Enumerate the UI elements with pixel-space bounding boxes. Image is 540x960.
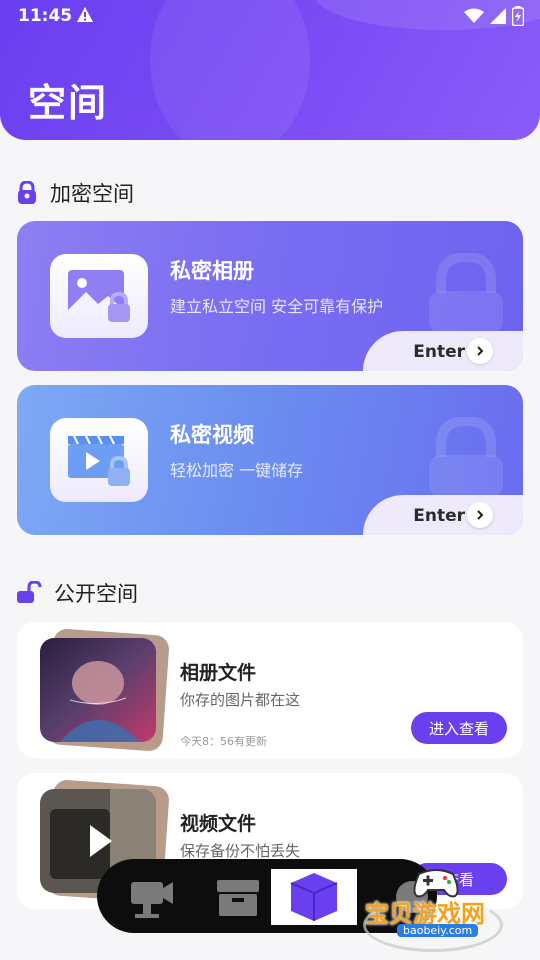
file-title: 相册文件 <box>180 662 257 684</box>
cube-icon <box>290 873 338 921</box>
file-subtitle: 保存备份不怕丢失 <box>180 842 301 860</box>
status-time: 11:45 <box>18 6 73 26</box>
video-lock-icon <box>50 418 148 502</box>
public-section-header: 公开空间 <box>16 578 138 608</box>
photo-thumbnail <box>40 638 156 742</box>
file-title: 视频文件 <box>180 813 257 835</box>
private-video-card[interactable]: 私密视频 轻松加密 一键储存 Enter <box>17 385 523 535</box>
update-time: 今天8：56有更新 <box>180 735 267 748</box>
private-album-card[interactable]: 私密相册 建立私立空间 安全可靠有保护 Enter <box>17 221 523 371</box>
warning-icon <box>77 7 93 22</box>
battery-icon <box>512 6 524 26</box>
chevron-right-icon <box>477 510 484 520</box>
section-title: 加密空间 <box>50 182 134 206</box>
card-subtitle: 建立私立空间 安全可靠有保护 <box>170 297 384 316</box>
file-subtitle: 你存的图片都在这 <box>180 691 301 709</box>
chevron-right-button[interactable] <box>467 502 493 528</box>
view-button[interactable]: 进入查看 <box>411 712 507 744</box>
page-title: 空间 <box>28 81 109 125</box>
camera-icon <box>131 882 173 918</box>
card-title: 私密视频 <box>170 423 254 447</box>
dock-box[interactable] <box>195 869 281 925</box>
lock-icon <box>18 181 36 204</box>
enter-label[interactable]: Enter <box>413 342 465 362</box>
watermark-url: baobeiy.com <box>397 924 479 937</box>
card-subtitle: 轻松加密 一键储存 <box>170 461 304 480</box>
section-title: 公开空间 <box>54 582 138 606</box>
card-title: 私密相册 <box>170 259 254 283</box>
dock-cube[interactable] <box>271 869 357 925</box>
status-bar: 11:45 <box>0 0 540 34</box>
enter-label[interactable]: Enter <box>413 506 465 526</box>
photo-files-card[interactable]: 相册文件 你存的图片都在这 今天8：56有更新 进入查看 <box>17 622 523 758</box>
chevron-right-icon <box>477 346 484 356</box>
status-icons <box>464 6 524 26</box>
unlock-icon <box>17 581 42 603</box>
box-icon <box>217 880 259 916</box>
album-lock-icon <box>50 254 148 338</box>
signal-icon <box>490 8 506 24</box>
watermark: 宝贝游戏网 baobeiy.com <box>363 862 513 954</box>
chevron-right-button[interactable] <box>467 338 493 364</box>
lock-watermark-icon <box>429 417 503 497</box>
lock-watermark-icon <box>429 253 503 333</box>
encrypted-section-header: 加密空间 <box>16 178 134 208</box>
wifi-icon <box>464 8 484 23</box>
dock-camera[interactable] <box>109 869 195 925</box>
